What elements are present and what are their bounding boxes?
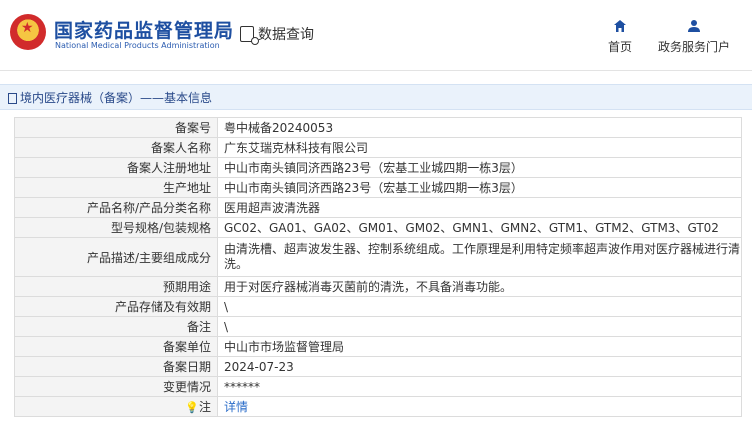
- brand-title: 国家药品监督管理局: [54, 20, 235, 42]
- table-row: 预期用途 用于对医疗器械消毒灭菌前的清洗，不具备消毒功能。: [14, 276, 742, 297]
- field-label: 备案单位: [14, 336, 218, 357]
- field-value: 由清洗槽、超声波发生器、控制系统组成。工作原理是利用特定频率超声波作用对医疗器械…: [217, 237, 742, 277]
- table-row: 备案单位 中山市市场监督管理局: [14, 336, 742, 357]
- field-value: 中山市南头镇同济西路23号（宏基工业城四期一栋3层）: [217, 177, 742, 198]
- field-value: 粤中械备20240053: [217, 117, 742, 138]
- note-label-cell: 💡注: [14, 396, 218, 417]
- lightbulb-icon: 💡: [185, 401, 199, 414]
- nav-service-portal[interactable]: 政务服务门户: [656, 18, 732, 55]
- breadcrumb-bar: 境内医疗器械（备案）——基本信息: [0, 84, 752, 110]
- field-value: 广东艾瑞克林科技有限公司: [217, 137, 742, 158]
- field-value: GC02、GA01、GA02、GM01、GM02、GMN1、GMN2、GTM1、…: [217, 217, 742, 238]
- nav-home[interactable]: 首页: [598, 18, 642, 55]
- field-label: 产品存储及有效期: [14, 296, 218, 317]
- field-label: 生产地址: [14, 177, 218, 198]
- home-icon: [598, 18, 642, 34]
- field-value: 详情: [217, 396, 742, 417]
- field-value: 中山市市场监督管理局: [217, 336, 742, 357]
- data-query-link[interactable]: 数据查询: [240, 24, 314, 45]
- user-icon: [656, 18, 732, 34]
- field-value: 中山市南头镇同济西路23号（宏基工业城四期一栋3层）: [217, 157, 742, 178]
- breadcrumb-text: 境内医疗器械（备案）——基本信息: [20, 91, 213, 105]
- table-row: 💡注 详情: [14, 396, 742, 417]
- field-value: \: [217, 296, 742, 317]
- brand-subtitle: National Medical Products Administration: [55, 41, 220, 50]
- breadcrumb: 境内医疗器械（备案）——基本信息: [8, 89, 212, 106]
- field-label: 变更情况: [14, 376, 218, 397]
- field-label: 注: [198, 400, 211, 414]
- table-row: 产品描述/主要组成成分 由清洗槽、超声波发生器、控制系统组成。工作原理是利用特定频…: [14, 237, 742, 277]
- nav-home-label: 首页: [607, 40, 632, 54]
- field-value: ******: [217, 376, 742, 397]
- table-row: 备案日期 2024-07-23: [14, 356, 742, 377]
- field-value: 2024-07-23: [217, 356, 742, 377]
- table-row: 备案人名称 广东艾瑞克林科技有限公司: [14, 137, 742, 158]
- field-label: 产品描述/主要组成成分: [14, 237, 218, 277]
- field-label: 型号规格/包装规格: [14, 217, 218, 238]
- field-value: 医用超声波清洗器: [217, 197, 742, 218]
- table-row: 产品名称/产品分类名称 医用超声波清洗器: [14, 197, 742, 218]
- field-value: \: [217, 316, 742, 337]
- site-header: 国家药品监督管理局 National Medical Products Admi…: [0, 0, 752, 71]
- search-document-icon: [240, 26, 259, 45]
- table-row: 备案号 粤中械备20240053: [14, 117, 742, 138]
- table-row: 生产地址 中山市南头镇同济西路23号（宏基工业城四期一栋3层）: [14, 177, 742, 198]
- field-value: 用于对医疗器械消毒灭菌前的清洗，不具备消毒功能。: [217, 276, 742, 297]
- field-label: 备案号: [14, 117, 218, 138]
- field-label: 备案人注册地址: [14, 157, 218, 178]
- data-query-label: 数据查询: [258, 27, 314, 43]
- details-link[interactable]: 详情: [224, 400, 248, 414]
- document-icon: [8, 93, 17, 104]
- table-row: 备案人注册地址 中山市南头镇同济西路23号（宏基工业城四期一栋3层）: [14, 157, 742, 178]
- table-row: 备注 \: [14, 316, 742, 337]
- field-label: 备案人名称: [14, 137, 218, 158]
- nav-service-portal-label: 政务服务门户: [657, 40, 730, 54]
- field-label: 备案日期: [14, 356, 218, 377]
- field-label: 产品名称/产品分类名称: [14, 197, 218, 218]
- table-row: 变更情况 ******: [14, 376, 742, 397]
- field-label: 备注: [14, 316, 218, 337]
- field-label: 预期用途: [14, 276, 218, 297]
- emblem-logo: [10, 14, 46, 50]
- table-row: 型号规格/包装规格 GC02、GA01、GA02、GM01、GM02、GMN1、G…: [14, 217, 742, 238]
- detail-table: 备案号 粤中械备20240053 备案人名称 广东艾瑞克林科技有限公司 备案人注册地…: [14, 117, 742, 417]
- table-row: 产品存储及有效期 \: [14, 296, 742, 317]
